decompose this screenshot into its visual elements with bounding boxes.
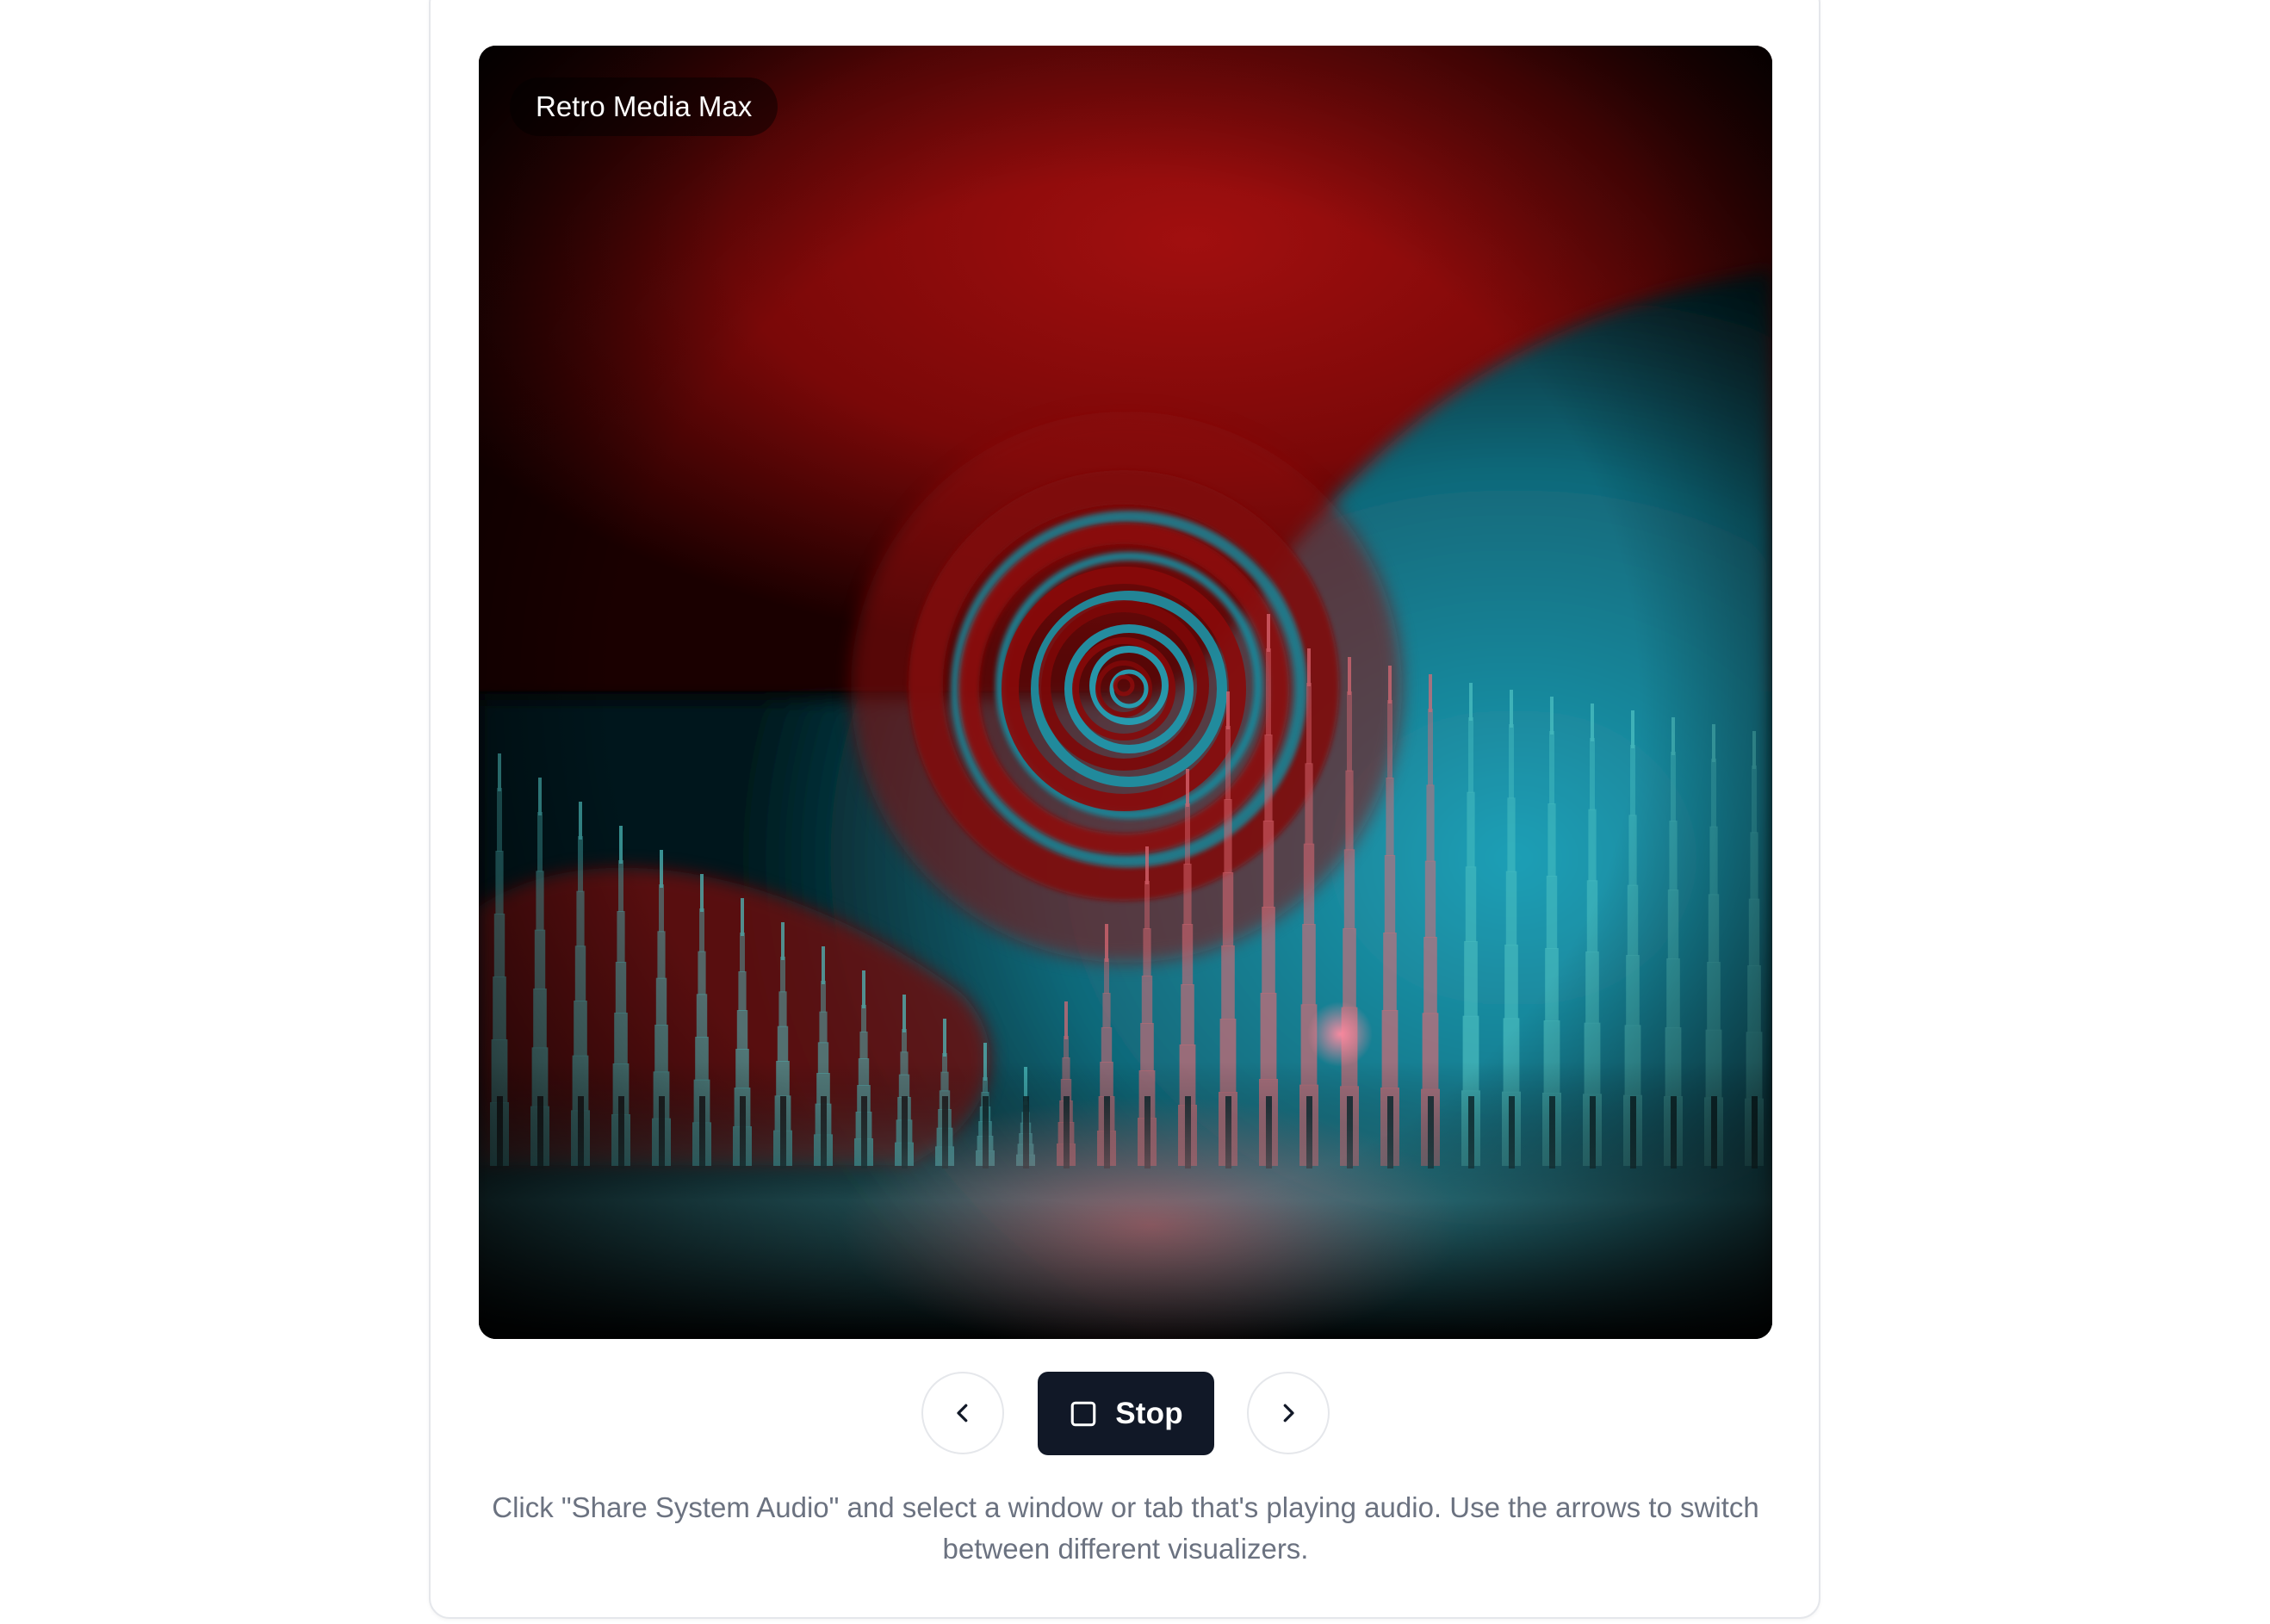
chevron-right-icon <box>1283 1404 1294 1423</box>
stop-button[interactable]: Stop <box>1038 1372 1214 1455</box>
stop-button-label: Stop <box>1115 1396 1183 1430</box>
square-icon <box>1069 1399 1098 1429</box>
visualizer-title: Retro Media Max <box>510 77 778 136</box>
previous-visualizer-button[interactable] <box>921 1372 1004 1454</box>
next-visualizer-button[interactable] <box>1247 1372 1330 1454</box>
vignette <box>479 46 1772 1339</box>
instructions-text: Click "Share System Audio" and select a … <box>492 1491 1759 1565</box>
visualizer-graphic <box>479 46 1772 1339</box>
visualizer-overlay <box>479 46 1772 1339</box>
visualizer-canvas <box>479 46 1772 1339</box>
chevron-left-icon <box>957 1404 968 1423</box>
